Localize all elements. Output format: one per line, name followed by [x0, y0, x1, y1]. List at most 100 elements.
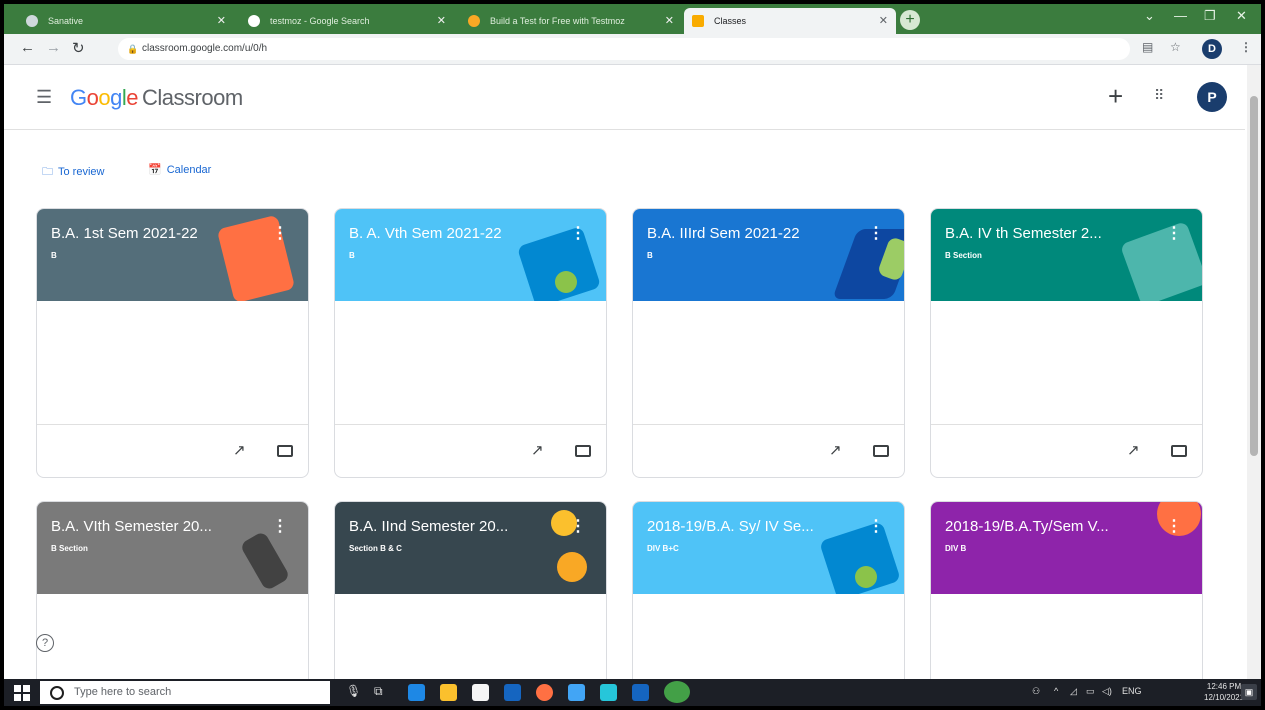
new-tab-button[interactable]: + — [900, 10, 920, 30]
class-card-5[interactable]: B.A. VIth Semester 20... B Section ⋮ — [36, 501, 309, 691]
class-options-icon[interactable]: ⋮ — [272, 223, 288, 243]
close-window-icon[interactable]: ✕ — [1236, 8, 1247, 24]
webex-app-icon[interactable] — [600, 684, 617, 701]
class-card-header[interactable]: B.A. VIth Semester 20... B Section ⋮ — [37, 502, 308, 594]
people-icon[interactable]: ⚇ — [1032, 686, 1040, 697]
class-title[interactable]: B.A. IInd Semester 20... — [349, 518, 508, 535]
windows-start-icon[interactable] — [14, 685, 30, 701]
browser-profile-avatar[interactable]: D — [1202, 39, 1222, 59]
class-card-header[interactable]: 2018-19/B.A.Ty/Sem V... DIV B ⋮ — [931, 502, 1202, 594]
task-view-icon[interactable]: ⧉ — [374, 684, 383, 699]
class-title[interactable]: B.A. 1st Sem 2021-22 — [51, 225, 198, 242]
reader-mode-icon[interactable]: ▤ — [1142, 40, 1153, 54]
class-card-header[interactable]: B. A. Vth Sem 2021-22 B ⋮ — [335, 209, 606, 301]
browser-tab-testmoz[interactable]: Build a Test for Free with Testmoz ✕ — [460, 8, 682, 34]
google-classroom-logo[interactable]: Google Classroom — [70, 85, 243, 111]
class-title[interactable]: B.A. VIth Semester 20... — [51, 518, 212, 535]
open-folder-icon[interactable] — [575, 445, 591, 457]
class-card-8[interactable]: 2018-19/B.A.Ty/Sem V... DIV B ⋮ — [930, 501, 1203, 691]
class-title[interactable]: B.A. IV th Semester 2... — [945, 225, 1102, 242]
class-title[interactable]: B.A. IIIrd Sem 2021-22 — [647, 225, 800, 242]
class-options-icon[interactable]: ⋮ — [1166, 516, 1182, 536]
class-card-header[interactable]: B.A. IIIrd Sem 2021-22 B ⋮ — [633, 209, 904, 301]
class-options-icon[interactable]: ⋮ — [868, 516, 884, 536]
internet-explorer-icon[interactable] — [568, 684, 585, 701]
show-hidden-icons-chevron-icon[interactable]: ^ — [1054, 686, 1058, 696]
calendar-label: Calendar — [166, 164, 212, 176]
open-gradebook-icon[interactable]: ↗ — [1127, 441, 1140, 459]
close-tab-icon[interactable]: ✕ — [665, 8, 674, 34]
class-card-header[interactable]: B.A. IV th Semester 2... B Section ⋮ — [931, 209, 1202, 301]
clock-date: 12/10/2021 — [1204, 693, 1245, 702]
notification-center-icon[interactable]: ▣ — [1241, 684, 1257, 700]
main-menu-icon[interactable]: ☰ — [36, 87, 52, 108]
class-title[interactable]: 2018-19/B.A.Ty/Sem V... — [945, 518, 1109, 535]
open-gradebook-icon[interactable]: ↗ — [531, 441, 544, 459]
close-tab-icon[interactable]: ✕ — [879, 8, 888, 34]
scrollbar-thumb[interactable] — [1250, 96, 1258, 456]
input-language[interactable]: ENG — [1122, 686, 1142, 696]
class-options-icon[interactable]: ⋮ — [570, 516, 586, 536]
word-app-icon[interactable] — [632, 684, 649, 701]
class-options-icon[interactable]: ⋮ — [570, 223, 586, 243]
class-options-icon[interactable]: ⋮ — [272, 516, 288, 536]
browser-tab-classes[interactable]: Classes ✕ — [684, 8, 896, 34]
bookmark-star-icon[interactable]: ☆ — [1170, 40, 1181, 54]
system-clock[interactable]: 12:46 PM 12/10/2021 — [1204, 681, 1244, 703]
browser-toolbar: ← → ↻ 🔒 classroom.google.com/u/0/h ▤ ☆ D… — [4, 34, 1261, 65]
class-options-icon[interactable]: ⋮ — [868, 223, 884, 243]
calendar-link[interactable]: 📅 Calendar — [148, 163, 211, 176]
browser-tab-testmoz-search[interactable]: testmoz - Google Search ✕ — [240, 8, 454, 34]
browser-menu-icon[interactable]: ⋮ — [1240, 40, 1252, 54]
mail-app-icon[interactable] — [504, 684, 521, 701]
help-icon[interactable]: ? — [36, 634, 54, 652]
volume-icon[interactable]: ◁) — [1102, 686, 1112, 697]
tab-title: Classes — [714, 16, 747, 26]
class-card-3[interactable]: B.A. IIIrd Sem 2021-22 B ⋮ ↗ — [632, 208, 905, 478]
cortana-icon — [50, 686, 64, 700]
close-tab-icon[interactable]: ✕ — [217, 8, 226, 34]
open-folder-icon[interactable] — [1171, 445, 1187, 457]
create-join-plus-icon[interactable]: + — [1108, 81, 1123, 112]
class-card-header[interactable]: 2018-19/B.A. Sy/ IV Se... DIV B+C ⋮ — [633, 502, 904, 594]
account-avatar[interactable]: P — [1197, 82, 1227, 112]
class-card-header[interactable]: B.A. 1st Sem 2021-22 B ⋮ — [37, 209, 308, 301]
forward-icon[interactable]: → — [46, 39, 61, 56]
open-gradebook-icon[interactable]: ↗ — [233, 441, 246, 459]
firefox-app-icon[interactable] — [536, 684, 553, 701]
file-explorer-icon[interactable] — [440, 684, 457, 701]
chrome-app-icon[interactable] — [664, 681, 690, 703]
class-card-4[interactable]: B.A. IV th Semester 2... B Section ⋮ ↗ — [930, 208, 1203, 478]
to-review-link[interactable]: 🗀 To review — [42, 163, 104, 182]
taskbar-search-input[interactable]: Type here to search — [40, 681, 330, 704]
class-card-7[interactable]: 2018-19/B.A. Sy/ IV Se... DIV B+C ⋮ — [632, 501, 905, 691]
google-apps-icon[interactable]: ⠿ — [1154, 87, 1164, 104]
magnifier-illustration-icon — [557, 552, 587, 582]
open-folder-icon[interactable] — [873, 445, 889, 457]
class-title[interactable]: 2018-19/B.A. Sy/ IV Se... — [647, 518, 814, 535]
clock-time: 12:46 PM — [1206, 682, 1242, 691]
open-folder-icon[interactable] — [277, 445, 293, 457]
open-gradebook-icon[interactable]: ↗ — [829, 441, 842, 459]
class-card-header[interactable]: B.A. IInd Semester 20... Section B & C ⋮ — [335, 502, 606, 594]
class-card-2[interactable]: B. A. Vth Sem 2021-22 B ⋮ ↗ — [334, 208, 607, 478]
class-card-6[interactable]: B.A. IInd Semester 20... Section B & C ⋮ — [334, 501, 607, 691]
edge-app-icon[interactable] — [408, 684, 425, 701]
maximize-icon[interactable]: ❐ — [1204, 8, 1216, 24]
address-bar[interactable]: 🔒 classroom.google.com/u/0/h — [118, 38, 1130, 60]
back-icon[interactable]: ← — [20, 39, 35, 56]
network-icon[interactable]: ◿ — [1070, 686, 1077, 697]
browser-tab-sanative[interactable]: Sanative ✕ — [18, 8, 234, 34]
tab-search-icon[interactable]: ⌄ — [1144, 8, 1155, 24]
minimize-icon[interactable]: — — [1174, 8, 1187, 23]
tab-title: testmoz - Google Search — [270, 16, 370, 26]
class-title[interactable]: B. A. Vth Sem 2021-22 — [349, 225, 502, 242]
class-options-icon[interactable]: ⋮ — [1166, 223, 1182, 243]
battery-icon[interactable]: ▭ — [1086, 686, 1095, 697]
class-section: B — [51, 251, 57, 260]
class-card-1[interactable]: B.A. 1st Sem 2021-22 B ⋮ ↗ — [36, 208, 309, 478]
microphone-icon[interactable]: 🎙 — [346, 684, 361, 698]
store-app-icon[interactable] — [472, 684, 489, 701]
reload-icon[interactable]: ↻ — [72, 39, 85, 57]
close-tab-icon[interactable]: ✕ — [437, 8, 446, 34]
